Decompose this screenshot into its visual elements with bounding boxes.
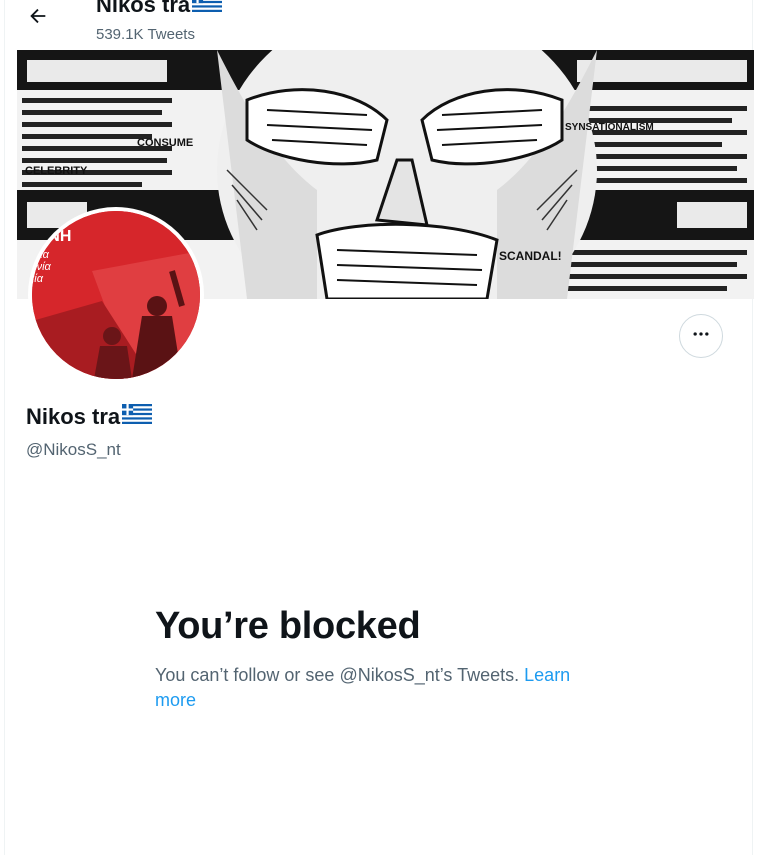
avatar-image: ΣΥΝΗ ουία ωνία αία xyxy=(32,211,200,379)
back-button[interactable] xyxy=(20,0,56,36)
greece-flag-icon xyxy=(122,404,153,430)
avatar-text-3: ωνία xyxy=(32,261,52,273)
blocked-title: You’re blocked xyxy=(155,605,421,647)
avatar-text-4: αία xyxy=(32,273,44,285)
banner-word-celebrity: CELEBRITY xyxy=(25,165,88,177)
more-horizontal-icon xyxy=(691,324,711,349)
tweet-count: 539.1K Tweets xyxy=(96,26,195,43)
blocked-message-text: You can’t follow or see @NikosS_nt’s Twe… xyxy=(155,665,520,685)
profile-header: Nikos tra 539.1K Tweets xyxy=(5,0,752,50)
avatar[interactable]: ΣΥΝΗ ουία ωνία αία xyxy=(28,207,204,383)
blocked-message: You can’t follow or see @NikosS_nt’s Twe… xyxy=(155,663,615,713)
banner-word-synsational: SYNSATIONALISM xyxy=(565,122,654,133)
banner-word-consume: CONSUME xyxy=(137,137,193,149)
greece-flag-icon xyxy=(192,0,223,18)
arrow-left-icon xyxy=(27,5,49,32)
banner-word-scandal: SCANDAL! xyxy=(499,249,562,263)
more-button[interactable] xyxy=(679,314,723,358)
header-name: Nikos tra xyxy=(96,0,191,17)
user-handle: @NikosS_nt xyxy=(26,440,121,459)
header-title: Nikos tra xyxy=(96,0,223,18)
display-name: Nikos tra xyxy=(26,404,153,430)
display-name-text: Nikos tra xyxy=(26,404,121,429)
profile-column: Nikos tra 539.1K Tweets CONSUME CELEBRIT… xyxy=(4,0,754,855)
